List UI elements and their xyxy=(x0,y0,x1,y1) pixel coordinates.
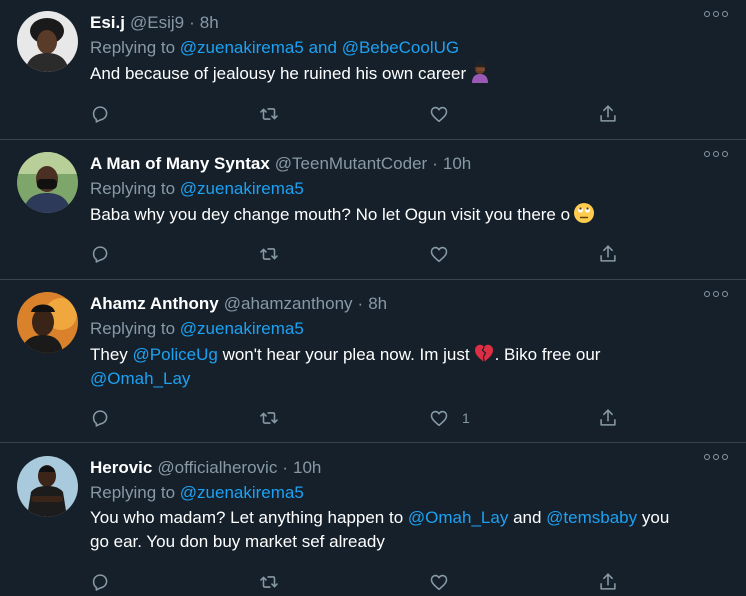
more-options-icon[interactable] xyxy=(704,148,728,160)
author-handle[interactable]: @officialherovic xyxy=(157,458,277,477)
retweet-button[interactable] xyxy=(258,101,280,127)
like-button[interactable] xyxy=(428,101,450,127)
reply-icon xyxy=(92,410,108,427)
separator: · xyxy=(189,13,195,32)
separator: · xyxy=(357,294,364,313)
tweet-text: Baba why you dey change mouth? No let Og… xyxy=(90,202,726,227)
author-name[interactable]: Esi.j xyxy=(90,13,125,32)
heart-icon xyxy=(430,574,448,591)
like-button[interactable] xyxy=(428,569,450,595)
separator: · xyxy=(432,154,438,173)
share-button[interactable] xyxy=(597,405,619,431)
reply-icon xyxy=(92,246,108,263)
tweet-text-part: . Biko free our xyxy=(494,345,601,364)
mention-link[interactable]: @Omah_Lay xyxy=(408,508,508,527)
tweet-text-line2: go ear. You don buy market sef already xyxy=(90,530,726,554)
mention-link[interactable]: @zuenakirema5 xyxy=(180,483,304,502)
reply-button[interactable] xyxy=(89,241,111,267)
retweet-button[interactable] xyxy=(258,241,280,267)
replying-label: Replying to xyxy=(90,38,176,57)
author-handle[interactable]: @Esij9 xyxy=(130,13,184,32)
replying-to: Replying to @zuenakirema5 and @BebeCoolU… xyxy=(90,35,726,61)
like-count: 1 xyxy=(462,410,470,426)
timestamp[interactable]: 8h xyxy=(368,294,387,313)
share-button[interactable] xyxy=(597,241,619,267)
reply-button[interactable] xyxy=(89,405,111,431)
avatar[interactable] xyxy=(17,456,78,517)
tweet-text-part: Baba why you dey change mouth? No let Og… xyxy=(90,205,571,224)
separator: · xyxy=(282,458,288,477)
mention-link[interactable]: @zuenakirema5 xyxy=(180,319,304,338)
timestamp[interactable]: 10h xyxy=(293,458,321,477)
reply-button[interactable] xyxy=(89,569,111,595)
mention-link[interactable]: @zuenakirema5 xyxy=(180,38,304,57)
tweet-text-part: They xyxy=(90,345,128,364)
heart-icon xyxy=(430,410,448,427)
more-options-icon[interactable] xyxy=(704,8,728,20)
avatar[interactable] xyxy=(17,11,78,72)
tweet-text-part: go ear. You don buy market sef already xyxy=(90,532,385,551)
avatar[interactable] xyxy=(17,152,78,213)
mention-link[interactable]: @BebeCoolUG xyxy=(342,38,459,57)
tweet-teenmutantcoder[interactable]: A Man of Many Syntax @TeenMutantCoder · 10h… xyxy=(0,140,746,280)
replying-to: Replying to @zuenakirema5 xyxy=(90,176,726,202)
author-handle[interactable]: @ahamzanthony xyxy=(224,294,353,313)
replying-to: Replying to @zuenakirema5 xyxy=(90,316,726,342)
reply-icon xyxy=(92,574,108,591)
share-icon xyxy=(600,245,616,262)
more-options-icon[interactable] xyxy=(704,451,728,463)
mention-link[interactable]: @Omah_Lay xyxy=(90,369,190,388)
retweet-icon xyxy=(260,412,278,424)
woman-facepalming-emoji xyxy=(469,61,491,83)
replying-and[interactable]: and xyxy=(309,38,337,57)
author-name[interactable]: A Man of Many Syntax xyxy=(90,154,270,173)
replying-label: Replying to xyxy=(90,179,176,198)
replying-label: Replying to xyxy=(90,483,176,502)
share-button[interactable] xyxy=(597,569,619,595)
tweet-esij[interactable]: Esi.j @Esij9 · 8h Replying to @zuenakirema5… xyxy=(0,0,746,140)
author-name[interactable]: Ahamz Anthony xyxy=(90,294,219,313)
replying-to: Replying to @zuenakirema5 xyxy=(90,480,726,506)
retweet-button[interactable] xyxy=(258,405,280,431)
retweet-icon xyxy=(260,576,278,588)
tweet-ahamzanthony[interactable]: Ahamz Anthony @ahamzanthony · 8h Replying t… xyxy=(0,280,746,443)
tweet-text-part: You who madam? Let anything happen to xyxy=(90,508,404,527)
face-with-rolling-eyes-emoji xyxy=(573,202,595,224)
like-button[interactable]: 1 xyxy=(428,405,470,431)
retweet-icon xyxy=(260,248,278,260)
author-name[interactable]: Herovic xyxy=(90,458,152,477)
mention-link[interactable]: @PoliceUg xyxy=(133,345,218,364)
share-icon xyxy=(600,409,616,426)
mention-link[interactable]: @zuenakirema5 xyxy=(180,179,304,198)
heart-icon xyxy=(430,106,448,123)
retweet-button[interactable] xyxy=(258,569,280,595)
like-button[interactable] xyxy=(428,241,450,267)
mention-link[interactable]: @temsbaby xyxy=(546,508,637,527)
reply-icon xyxy=(92,106,108,123)
tweet-text-part: you xyxy=(641,508,670,527)
tweet-text-part: won't hear your plea now. Im just xyxy=(222,345,470,364)
timestamp[interactable]: 8h xyxy=(200,13,219,32)
tweet-text-line2: @Omah_Lay xyxy=(90,367,726,391)
tweet-officialherovic[interactable]: Herovic @officialherovic · 10h Replying to … xyxy=(0,443,746,596)
replying-label: Replying to xyxy=(90,319,176,338)
more-options-icon[interactable] xyxy=(704,288,728,300)
share-icon xyxy=(600,105,616,122)
tweet-text: You who madam? Let anything happen to @O… xyxy=(90,506,726,530)
retweet-icon xyxy=(260,108,278,120)
heart-icon xyxy=(430,246,448,263)
share-button[interactable] xyxy=(597,101,619,127)
reply-button[interactable] xyxy=(89,101,111,127)
tweet-text: And because of jealousy he ruined his ow… xyxy=(90,61,726,86)
author-handle[interactable]: @TeenMutantCoder xyxy=(275,154,427,173)
tweet-text-part: And because of jealousy he ruined his ow… xyxy=(90,64,467,83)
share-icon xyxy=(600,573,616,590)
timestamp[interactable]: 10h xyxy=(443,154,471,173)
reply-feed: Esi.j @Esij9 · 8h Replying to @zuenakirema5… xyxy=(0,0,746,596)
broken-heart-emoji xyxy=(473,342,495,364)
tweet-text-part: and xyxy=(513,508,542,527)
tweet-text: They @PoliceUg won't hear your plea now.… xyxy=(90,342,726,367)
avatar[interactable] xyxy=(17,292,78,353)
